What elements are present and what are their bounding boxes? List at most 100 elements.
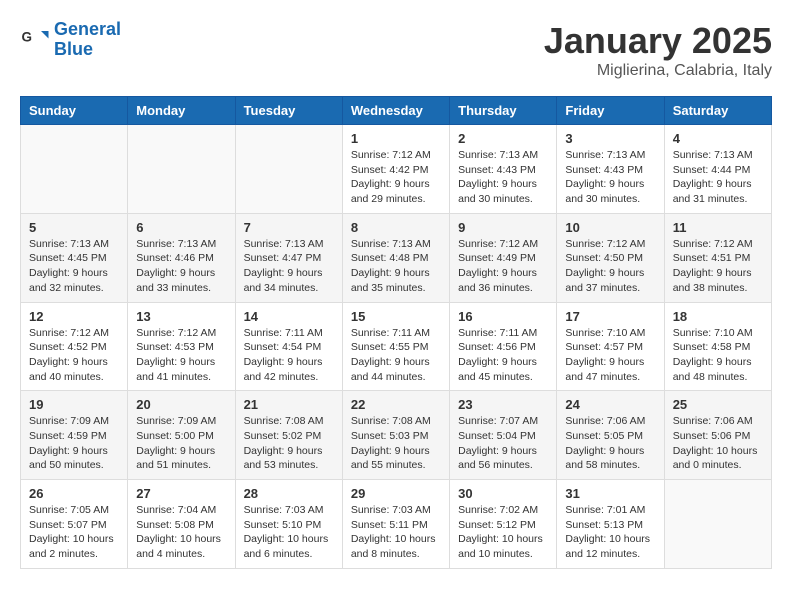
day-info: Sunrise: 7:06 AM Sunset: 5:06 PM Dayligh… [673,414,763,473]
day-cell: 15 Sunrise: 7:11 AM Sunset: 4:55 PM Dayli… [342,302,449,391]
day-number: 25 [673,397,763,412]
day-cell [664,480,771,569]
day-number: 2 [458,131,548,146]
day-info: Sunrise: 7:13 AM Sunset: 4:45 PM Dayligh… [29,237,119,296]
day-cell: 24 Sunrise: 7:06 AM Sunset: 5:05 PM Dayli… [557,391,664,480]
day-info: Sunrise: 7:13 AM Sunset: 4:48 PM Dayligh… [351,237,441,296]
day-info: Sunrise: 7:11 AM Sunset: 4:55 PM Dayligh… [351,326,441,385]
day-info: Sunrise: 7:06 AM Sunset: 5:05 PM Dayligh… [565,414,655,473]
day-info: Sunrise: 7:03 AM Sunset: 5:11 PM Dayligh… [351,503,441,562]
day-cell: 1Sunrise: 7:12 AM Sunset: 4:42 PM Daylig… [342,125,449,214]
day-cell: 22 Sunrise: 7:08 AM Sunset: 5:03 PM Dayli… [342,391,449,480]
day-info: Sunrise: 7:05 AM Sunset: 5:07 PM Dayligh… [29,503,119,562]
day-number: 31 [565,486,655,501]
day-cell: 30Sunrise: 7:02 AM Sunset: 5:12 PM Dayli… [450,480,557,569]
day-info: Sunrise: 7:11 AM Sunset: 4:56 PM Dayligh… [458,326,548,385]
day-cell: 9Sunrise: 7:12 AM Sunset: 4:49 PM Daylig… [450,213,557,302]
weekday-thursday: Thursday [450,97,557,125]
day-cell: 31 Sunrise: 7:01 AM Sunset: 5:13 PM Dayli… [557,480,664,569]
day-cell: 27 Sunrise: 7:04 AM Sunset: 5:08 PM Dayli… [128,480,235,569]
day-info: Sunrise: 7:13 AM Sunset: 4:46 PM Dayligh… [136,237,226,296]
weekday-monday: Monday [128,97,235,125]
day-number: 13 [136,309,226,324]
weekday-sunday: Sunday [21,97,128,125]
day-number: 29 [351,486,441,501]
day-cell: 10Sunrise: 7:12 AM Sunset: 4:50 PM Dayli… [557,213,664,302]
day-info: Sunrise: 7:09 AM Sunset: 4:59 PM Dayligh… [29,414,119,473]
weekday-header-row: SundayMondayTuesdayWednesdayThursdayFrid… [21,97,772,125]
day-number: 20 [136,397,226,412]
day-cell: 20 Sunrise: 7:09 AM Sunset: 5:00 PM Dayli… [128,391,235,480]
week-row-4: 19Sunrise: 7:09 AM Sunset: 4:59 PM Dayli… [21,391,772,480]
week-row-2: 5 Sunrise: 7:13 AM Sunset: 4:45 PM Daylig… [21,213,772,302]
day-number: 14 [244,309,334,324]
day-number: 1 [351,131,441,146]
day-cell [128,125,235,214]
day-info: Sunrise: 7:13 AM Sunset: 4:43 PM Dayligh… [458,148,548,207]
location: Miglierina, Calabria, Italy [544,62,772,80]
day-info: Sunrise: 7:08 AM Sunset: 5:02 PM Dayligh… [244,414,334,473]
day-info: Sunrise: 7:12 AM Sunset: 4:49 PM Dayligh… [458,237,548,296]
day-number: 5 [29,220,119,235]
day-number: 15 [351,309,441,324]
day-cell: 7 Sunrise: 7:13 AM Sunset: 4:47 PM Daylig… [235,213,342,302]
day-cell: 28 Sunrise: 7:03 AM Sunset: 5:10 PM Dayli… [235,480,342,569]
day-number: 17 [565,309,655,324]
day-info: Sunrise: 7:09 AM Sunset: 5:00 PM Dayligh… [136,414,226,473]
day-info: Sunrise: 7:08 AM Sunset: 5:03 PM Dayligh… [351,414,441,473]
day-cell: 16 Sunrise: 7:11 AM Sunset: 4:56 PM Dayli… [450,302,557,391]
day-info: Sunrise: 7:13 AM Sunset: 4:44 PM Dayligh… [673,148,763,207]
day-number: 27 [136,486,226,501]
day-number: 7 [244,220,334,235]
day-cell: 14 Sunrise: 7:11 AM Sunset: 4:54 PM Dayli… [235,302,342,391]
day-info: Sunrise: 7:04 AM Sunset: 5:08 PM Dayligh… [136,503,226,562]
day-number: 22 [351,397,441,412]
day-info: Sunrise: 7:11 AM Sunset: 4:54 PM Dayligh… [244,326,334,385]
day-number: 16 [458,309,548,324]
weekday-wednesday: Wednesday [342,97,449,125]
day-number: 24 [565,397,655,412]
day-cell: 13 Sunrise: 7:12 AM Sunset: 4:53 PM Dayli… [128,302,235,391]
calendar: SundayMondayTuesdayWednesdayThursdayFrid… [20,96,772,569]
day-cell: 3 Sunrise: 7:13 AM Sunset: 4:43 PM Daylig… [557,125,664,214]
day-info: Sunrise: 7:01 AM Sunset: 5:13 PM Dayligh… [565,503,655,562]
day-number: 6 [136,220,226,235]
day-number: 18 [673,309,763,324]
week-row-5: 26Sunrise: 7:05 AM Sunset: 5:07 PM Dayli… [21,480,772,569]
day-cell: 4 Sunrise: 7:13 AM Sunset: 4:44 PM Daylig… [664,125,771,214]
day-info: Sunrise: 7:03 AM Sunset: 5:10 PM Dayligh… [244,503,334,562]
day-info: Sunrise: 7:13 AM Sunset: 4:43 PM Dayligh… [565,148,655,207]
page-header: G General Blue January 2025 Miglierina, … [20,20,772,80]
day-info: Sunrise: 7:07 AM Sunset: 5:04 PM Dayligh… [458,414,548,473]
day-info: Sunrise: 7:13 AM Sunset: 4:47 PM Dayligh… [244,237,334,296]
day-cell: 19Sunrise: 7:09 AM Sunset: 4:59 PM Dayli… [21,391,128,480]
day-cell: 5 Sunrise: 7:13 AM Sunset: 4:45 PM Daylig… [21,213,128,302]
day-cell [21,125,128,214]
logo-text: General Blue [54,20,121,60]
weekday-friday: Friday [557,97,664,125]
svg-text:G: G [22,29,33,44]
week-row-1: 1Sunrise: 7:12 AM Sunset: 4:42 PM Daylig… [21,125,772,214]
logo-icon: G [20,25,50,55]
day-number: 23 [458,397,548,412]
day-number: 3 [565,131,655,146]
day-info: Sunrise: 7:10 AM Sunset: 4:58 PM Dayligh… [673,326,763,385]
day-info: Sunrise: 7:12 AM Sunset: 4:50 PM Dayligh… [565,237,655,296]
day-info: Sunrise: 7:12 AM Sunset: 4:51 PM Dayligh… [673,237,763,296]
day-cell: 18 Sunrise: 7:10 AM Sunset: 4:58 PM Dayli… [664,302,771,391]
day-number: 11 [673,220,763,235]
day-info: Sunrise: 7:02 AM Sunset: 5:12 PM Dayligh… [458,503,548,562]
weekday-saturday: Saturday [664,97,771,125]
day-cell: 17Sunrise: 7:10 AM Sunset: 4:57 PM Dayli… [557,302,664,391]
day-cell: 21 Sunrise: 7:08 AM Sunset: 5:02 PM Dayli… [235,391,342,480]
weekday-tuesday: Tuesday [235,97,342,125]
day-cell: 2 Sunrise: 7:13 AM Sunset: 4:43 PM Daylig… [450,125,557,214]
day-number: 21 [244,397,334,412]
day-number: 4 [673,131,763,146]
day-number: 28 [244,486,334,501]
day-cell: 12Sunrise: 7:12 AM Sunset: 4:52 PM Dayli… [21,302,128,391]
day-info: Sunrise: 7:12 AM Sunset: 4:53 PM Dayligh… [136,326,226,385]
logo: G General Blue [20,20,121,60]
week-row-3: 12Sunrise: 7:12 AM Sunset: 4:52 PM Dayli… [21,302,772,391]
month-title: January 2025 [544,20,772,62]
